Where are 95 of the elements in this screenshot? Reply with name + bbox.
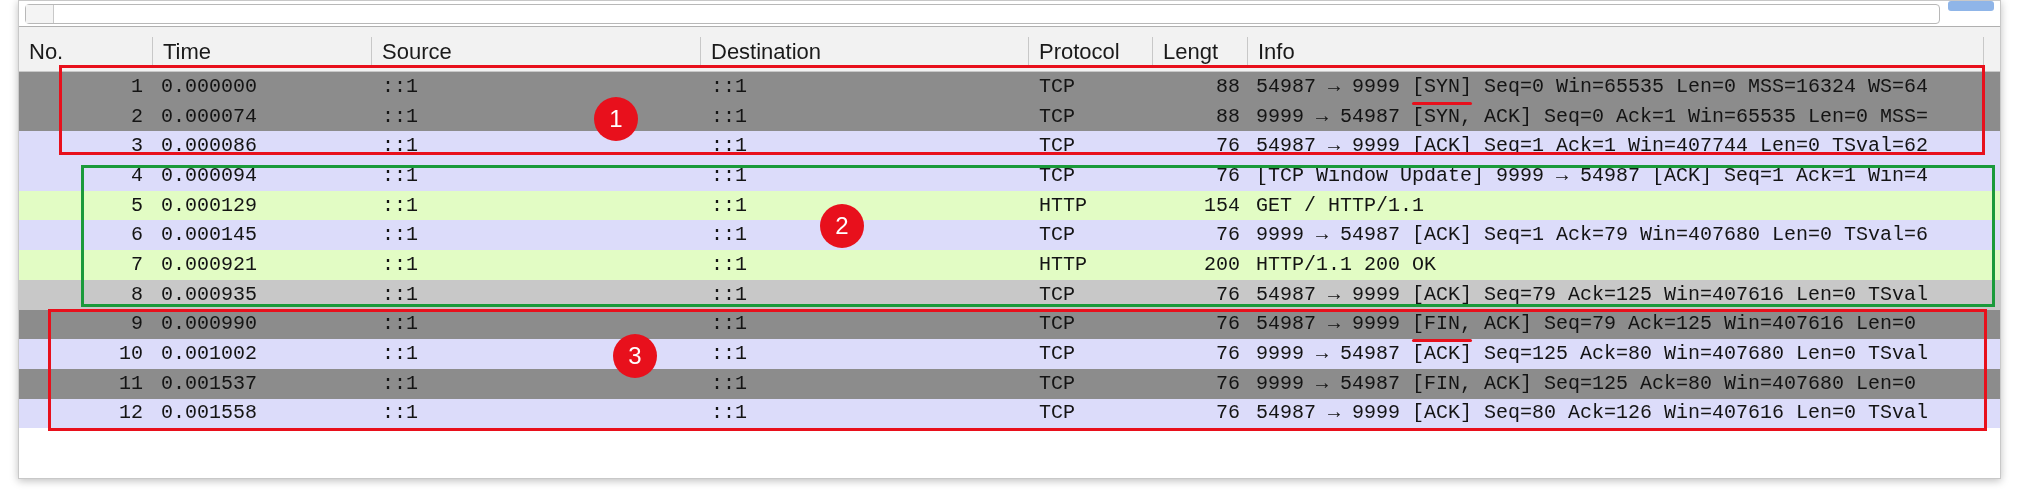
packet-number: 3 — [131, 137, 143, 156]
packet-number: 1 — [131, 77, 143, 96]
packet-time: 0.000935 — [161, 282, 257, 306]
packet-protocol: TCP — [1039, 282, 1075, 306]
packet-length: 200 — [1204, 255, 1240, 274]
packet-source: ::1 — [382, 371, 418, 395]
filter-field[interactable] — [25, 4, 1940, 24]
packet-destination: ::1 — [711, 163, 747, 187]
packet-source: ::1 — [382, 282, 418, 306]
packet-info: 9999 → 54987 [SYN, ACK] Seq=0 Ack=1 Win=65535 Len=0 MSS= — [1256, 104, 1929, 128]
packet-protocol: TCP — [1039, 104, 1075, 128]
packet-protocol: TCP — [1039, 74, 1075, 98]
packet-info: 54987 → 9999 [FIN, ACK] Seq=79 Ack=125 Win=407616 Len=0 — [1256, 312, 1917, 336]
packet-info: 9999 → 54987 [ACK] Seq=125 Ack=80 Win=407680 Len=0 TSval — [1256, 342, 1929, 366]
packet-destination: ::1 — [711, 193, 747, 217]
packet-info: 54987 → 9999 [ACK] Seq=80 Ack=126 Win=407616 Len=0 TSval — [1256, 401, 1929, 425]
packet-row[interactable]: 1 0.000000 ::1 ::1 TCP 88 54987 → 9999 [SYN] Seq=0 Win=65535 Len=0 MSS=16324 WS=64 — [19, 72, 2000, 102]
packet-protocol: TCP — [1039, 371, 1075, 395]
packet-info: 9999 → 54987 [FIN, ACK] Seq=125 Ack=80 Win=407680 Len=0 — [1256, 371, 1917, 395]
packet-protocol: HTTP — [1039, 252, 1087, 276]
packet-protocol: TCP — [1039, 223, 1075, 247]
packet-time: 0.000145 — [161, 223, 257, 247]
packet-protocol: TCP — [1039, 163, 1075, 187]
packet-length: 76 — [1216, 137, 1240, 156]
column-header[interactable]: Info — [1258, 40, 1295, 64]
packet-length: 154 — [1204, 196, 1240, 215]
packet-time: 0.000094 — [161, 163, 257, 187]
packet-info: 9999 → 54987 [ACK] Seq=1 Ack=79 Win=407680 Len=0 TSval=6 — [1256, 223, 1929, 247]
packet-time: 0.000086 — [161, 134, 257, 158]
packet-info: 54987 → 9999 [ACK] Seq=79 Ack=125 Win=407616 Len=0 TSval — [1256, 282, 1929, 306]
packet-destination: ::1 — [711, 134, 747, 158]
packet-destination: ::1 — [711, 342, 747, 366]
packet-source: ::1 — [382, 342, 418, 366]
packet-destination: ::1 — [711, 74, 747, 98]
packet-length: 76 — [1216, 285, 1240, 304]
packet-source: ::1 — [382, 193, 418, 217]
packet-protocol: TCP — [1039, 134, 1075, 158]
packet-source: ::1 — [382, 104, 418, 128]
packet-destination: ::1 — [711, 223, 747, 247]
packet-destination: ::1 — [711, 371, 747, 395]
packet-destination: ::1 — [711, 312, 747, 336]
packet-number: 12 — [119, 404, 143, 423]
packet-number: 11 — [119, 374, 143, 393]
packet-number: 2 — [131, 107, 143, 126]
packet-row[interactable]: 12 0.001558 ::1 ::1 TCP 76 54987 → 9999 [ACK] Seq=80 Ack=126 Win=407616 Len=0 TSval — [19, 398, 2000, 429]
packet-row[interactable]: 11 0.001537 ::1 ::1 TCP 76 9999 → 54987 [FIN, ACK] Seq=125 Ack=80 Win=407680 Len=0 — [19, 368, 2000, 399]
apply-button[interactable] — [1948, 1, 1994, 11]
column-header[interactable]: No. — [29, 40, 64, 64]
packet-length: 76 — [1216, 226, 1240, 245]
packet-time: 0.000921 — [161, 252, 257, 276]
packet-time: 0.000129 — [161, 193, 257, 217]
packet-number: 6 — [131, 226, 143, 245]
column-header[interactable]: Destination — [711, 40, 822, 64]
packet-info: 54987 → 9999 [SYN] Seq=0 Win=65535 Len=0 MSS=16324 WS=64 — [1256, 74, 1929, 98]
packet-source: ::1 — [382, 252, 418, 276]
column-header[interactable]: Lengt — [1163, 40, 1219, 64]
packet-protocol: TCP — [1039, 342, 1075, 366]
packet-number: 5 — [131, 196, 143, 215]
packet-info: GET / HTTP/1.1 — [1256, 193, 1425, 217]
packet-source: ::1 — [382, 312, 418, 336]
packet-number: 8 — [131, 285, 143, 304]
packet-row[interactable]: 7 0.000921 ::1 ::1 HTTP 200 HTTP/1.1 200 OK — [19, 250, 2000, 280]
packet-time: 0.000074 — [161, 104, 257, 128]
packet-info: HTTP/1.1 200 OK — [1256, 252, 1437, 276]
column-header[interactable]: Source — [382, 40, 452, 64]
packet-source: ::1 — [382, 163, 418, 187]
packet-length: 76 — [1216, 374, 1240, 393]
packet-time: 0.000000 — [161, 74, 257, 98]
packet-destination: ::1 — [711, 104, 747, 128]
packet-number: 9 — [131, 315, 143, 334]
packet-destination: ::1 — [711, 401, 747, 425]
packet-length: 76 — [1216, 166, 1240, 185]
packet-protocol: TCP — [1039, 312, 1075, 336]
packet-length: 76 — [1216, 345, 1240, 364]
packet-time: 0.001002 — [161, 342, 257, 366]
packet-time: 0.001537 — [161, 371, 257, 395]
packet-length: 76 — [1216, 404, 1240, 423]
packet-length: 88 — [1216, 107, 1240, 126]
packet-destination: ::1 — [711, 252, 747, 276]
packet-number: 7 — [131, 255, 143, 274]
column-header[interactable]: Protocol — [1039, 40, 1120, 64]
packet-source: ::1 — [382, 134, 418, 158]
packet-protocol: TCP — [1039, 401, 1075, 425]
packet-source: ::1 — [382, 74, 418, 98]
packet-source: ::1 — [382, 223, 418, 247]
packet-destination: ::1 — [711, 282, 747, 306]
packet-length: 88 — [1216, 77, 1240, 96]
packet-source: ::1 — [382, 401, 418, 425]
packet-number: 4 — [131, 166, 143, 185]
column-header[interactable]: Time — [163, 40, 212, 64]
packet-time: 0.000990 — [161, 312, 257, 336]
packet-length: 76 — [1216, 315, 1240, 334]
packet-number: 10 — [119, 345, 143, 364]
packet-time: 0.001558 — [161, 401, 257, 425]
packet-protocol: HTTP — [1039, 193, 1087, 217]
